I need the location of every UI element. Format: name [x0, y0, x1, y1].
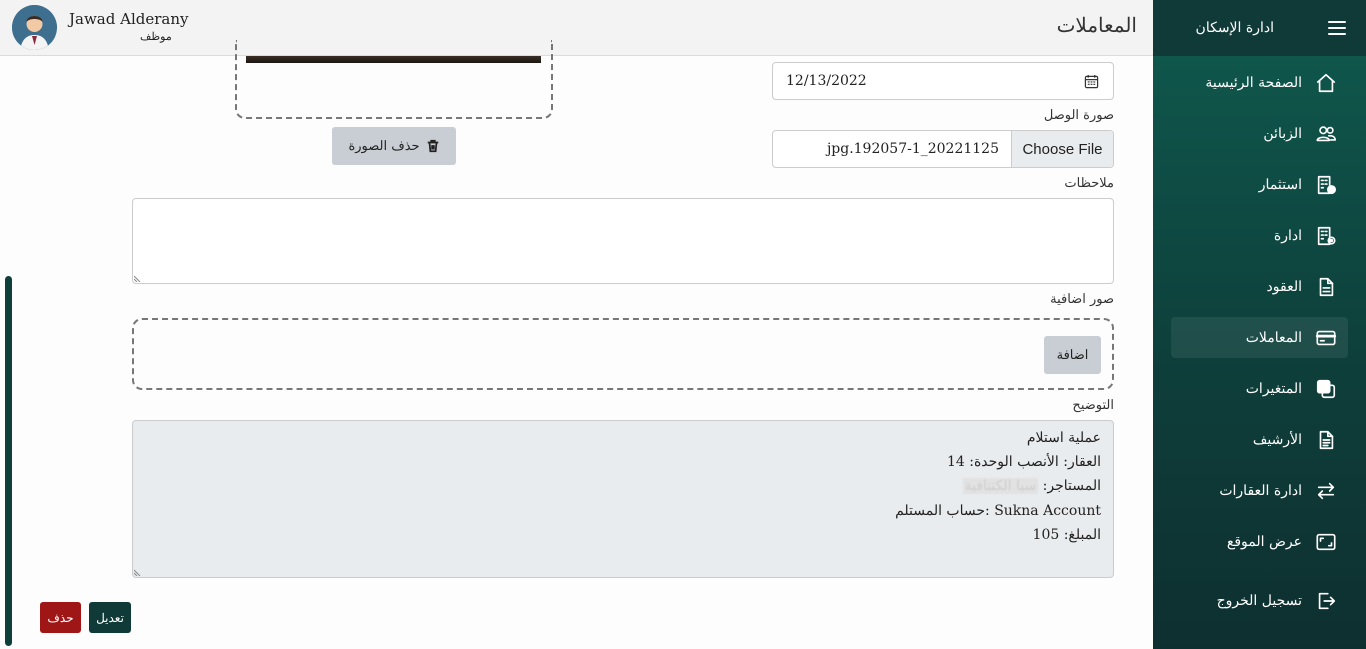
delete-image-label: حذف الصورة [348, 138, 420, 154]
menu-icon[interactable] [1328, 21, 1346, 35]
resize-handle-icon[interactable] [134, 568, 142, 576]
date-input[interactable]: 12/13/2022 [772, 62, 1114, 100]
sidebar-item-label: استثمار [1258, 176, 1302, 193]
receipt-file-input[interactable]: Choose File jpg.192057-1_20221125 [772, 130, 1114, 168]
sidebar-item-label: المعاملات [1245, 329, 1302, 346]
sidebar-item-label: الصفحة الرئيسية [1205, 74, 1302, 91]
description-line: العقار: الأنصب الوحدة: 14 [946, 454, 1101, 470]
copy-icon [1314, 377, 1338, 401]
description-label: التوضيح [1072, 398, 1114, 413]
delete-image-button[interactable]: حذف الصورة [332, 127, 456, 165]
edit-button[interactable]: تعديل [89, 602, 131, 633]
sidebar-item-management[interactable]: ادارة [1171, 215, 1348, 256]
user-name: Jawad Alderany [69, 10, 189, 28]
sidebar-item-home[interactable]: الصفحة الرئيسية [1171, 62, 1348, 103]
sidebar-item-view-site[interactable]: عرض الموقع [1171, 521, 1348, 562]
sidebar-item-archive[interactable]: الأرشيف [1171, 419, 1348, 460]
sidebar-nav: الصفحة الرئيسية الزبائن استثمار ادارة ال… [1153, 62, 1366, 572]
notes-label: ملاحظات [1064, 176, 1114, 191]
document-icon [1314, 275, 1338, 299]
archive-document-icon [1314, 428, 1338, 452]
choose-file-button[interactable]: Choose File [1011, 131, 1113, 167]
sidebar-item-contracts[interactable]: العقود [1171, 266, 1348, 307]
description-line: عملية استلام [1026, 430, 1101, 446]
sidebar-item-label: الأرشيف [1252, 431, 1302, 448]
date-value: 12/13/2022 [786, 73, 867, 89]
receipt-image-preview [235, 40, 553, 119]
sidebar-item-variables[interactable]: المتغيرات [1171, 368, 1348, 409]
home-icon [1314, 71, 1338, 95]
logout-button[interactable]: تسجيل الخروج [1171, 580, 1348, 621]
sidebar-item-label: ادارة العقارات [1219, 482, 1302, 499]
sidebar-item-real-estate[interactable]: ادارة العقارات [1171, 470, 1348, 511]
sidebar-item-investment[interactable]: استثمار [1171, 164, 1348, 205]
receipt-label: صورة الوصل [1043, 108, 1114, 123]
description-line: حساب المستلم: Sukna Account [895, 503, 1101, 519]
tenant-name-redacted: سيا الكتتافية [962, 478, 1039, 494]
building-check-icon [1314, 173, 1338, 197]
description-line: المستاجر: سيا الكتتافية [962, 478, 1101, 494]
user-avatar-icon [12, 5, 57, 50]
sidebar-item-label: المتغيرات [1245, 380, 1302, 397]
avatar[interactable] [12, 5, 57, 50]
users-icon [1314, 122, 1338, 146]
extra-images-dropzone[interactable]: اضافة [132, 318, 1114, 390]
description-textarea[interactable]: عملية استلام العقار: الأنصب الوحدة: 14 ا… [132, 420, 1114, 578]
sidebar-logout: تسجيل الخروج [1153, 580, 1366, 631]
logout-icon [1314, 589, 1338, 613]
notes-textarea[interactable] [132, 198, 1114, 284]
credit-card-icon [1314, 326, 1338, 350]
page-title: المعاملات [1056, 13, 1137, 37]
sidebar-item-transactions[interactable]: المعاملات [1171, 317, 1348, 358]
sidebar-item-customers[interactable]: الزبائن [1171, 113, 1348, 154]
display-icon [1314, 530, 1338, 554]
sidebar-item-label: ادارة [1273, 227, 1302, 244]
user-role: موظف [140, 30, 172, 43]
calendar-icon[interactable] [1084, 74, 1099, 89]
building-gear-icon [1314, 224, 1338, 248]
receipt-image [246, 56, 541, 63]
file-name: jpg.192057-1_20221125 [826, 141, 999, 157]
delete-button[interactable]: حذف [40, 602, 81, 633]
sidebar-item-label: عرض الموقع [1226, 533, 1302, 550]
extra-images-label: صور اضافية [1050, 292, 1114, 307]
add-image-button[interactable]: اضافة [1044, 336, 1101, 374]
brand-name: ادارة الإسكان [1195, 20, 1274, 36]
description-line: المبلغ: 105 [1032, 527, 1101, 543]
sidebar-item-label: الزبائن [1263, 125, 1302, 142]
sidebar-header: ادارة الإسكان [1153, 0, 1366, 56]
scrollbar[interactable] [5, 276, 12, 646]
sidebar-item-label: العقود [1266, 278, 1302, 295]
sidebar: ادارة الإسكان الصفحة الرئيسية الزبائن اس… [1153, 0, 1366, 649]
top-bar: Jawad Alderany موظف المعاملات [0, 0, 1153, 56]
logout-label: تسجيل الخروج [1216, 592, 1302, 609]
trash-icon [427, 139, 438, 153]
resize-handle-icon[interactable] [134, 274, 142, 282]
arrows-exchange-icon [1314, 479, 1338, 503]
